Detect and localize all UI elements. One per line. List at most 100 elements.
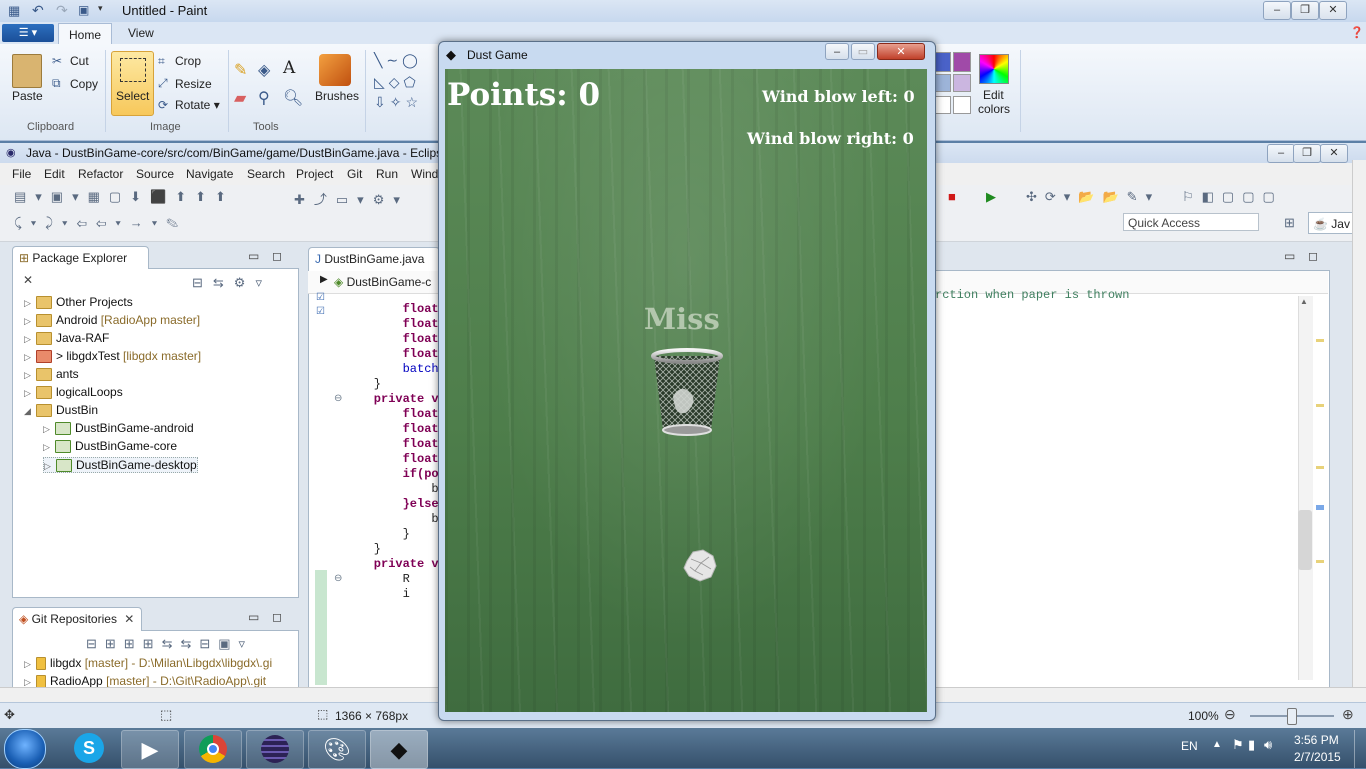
game-minimize-button[interactable]: –	[825, 43, 849, 60]
fold-icon[interactable]: ⊖	[334, 573, 342, 584]
menu-file[interactable]: File	[12, 167, 31, 181]
tree-item[interactable]: ▷ ants	[24, 367, 79, 382]
tree-item-selected[interactable]: ▷ DustBinGame-desktop	[43, 457, 198, 474]
paint-close-button[interactable]: ✕	[1319, 1, 1347, 20]
paint-vertical-scrollbar[interactable]	[1352, 160, 1366, 687]
quick-access-input[interactable]: Quick Access	[1123, 213, 1259, 231]
dust-game-taskbar-button[interactable]: ◆	[370, 730, 428, 769]
game-maximize-button[interactable]: ▭	[851, 43, 875, 60]
menu-source[interactable]: Source	[136, 167, 174, 181]
show-hidden-icons-icon[interactable]: ▲	[1212, 739, 1222, 750]
collapse-icon[interactable]: ◢	[24, 406, 36, 417]
zoom-in-icon[interactable]: ⊕	[1342, 706, 1354, 723]
color-picker-icon[interactable]: ⚲	[258, 88, 270, 108]
toolbar-icons-row1[interactable]: ▤▾▣▾▦▢⬇⬛⬆⬆⬆	[14, 189, 235, 205]
media-player-taskbar-button[interactable]: ▶	[121, 730, 179, 769]
expand-icon[interactable]: ▷	[24, 352, 36, 363]
maximize-view-icon[interactable]: ◻	[272, 249, 282, 263]
toolbar-icons-row2[interactable]: ⤹▾⤸▾⇦⇦▾→▾✎	[14, 215, 187, 231]
crop-button[interactable]: Crop	[175, 54, 201, 68]
open-perspective-icon[interactable]: ⊞	[1284, 215, 1295, 231]
resize-button[interactable]: Resize	[175, 77, 212, 91]
expand-icon[interactable]: ▷	[24, 316, 36, 327]
action-center-icon[interactable]: ⚑	[1232, 737, 1244, 753]
tab-dustbingame-java[interactable]: J DustBinGame.java	[308, 247, 440, 271]
paste-icon[interactable]	[12, 54, 42, 88]
tree-item[interactable]: ▷ Other Projects	[24, 295, 133, 310]
chrome-taskbar-button[interactable]	[184, 730, 242, 769]
network-icon[interactable]: ▮	[1248, 737, 1255, 753]
view-toolbar-icons[interactable]: ⊟⇆⚙▿	[192, 275, 272, 291]
expand-icon[interactable]: ▷	[43, 442, 55, 453]
minimize-editor-icon[interactable]: ▭	[1284, 249, 1295, 263]
tree-item[interactable]: ▷ Java-RAF	[24, 331, 109, 346]
game-close-button[interactable]: ✕	[877, 43, 925, 60]
paint-minimize-button[interactable]: –	[1263, 1, 1291, 20]
shapes-icon[interactable]: ⇩✧☆	[374, 94, 422, 111]
edit-colors-label-1[interactable]: Edit	[983, 88, 1004, 102]
scroll-up-icon[interactable]: ▲	[1300, 297, 1308, 306]
tab-git-repositories[interactable]: ◈ Git Repositories ✕	[12, 607, 142, 631]
color-swatch[interactable]	[953, 96, 971, 114]
expand-icon[interactable]: ▷	[24, 388, 36, 399]
menu-edit[interactable]: Edit	[44, 167, 65, 181]
tree-item[interactable]: ▷ > libgdxTest [libgdx master]	[24, 349, 201, 364]
eclipse-close-button[interactable]: ✕	[1320, 144, 1348, 163]
help-icon[interactable]: ❓	[1350, 26, 1364, 39]
edit-colors-icon[interactable]	[979, 54, 1009, 84]
tab-package-explorer[interactable]: ⊞ Package Explorer ✕	[12, 246, 149, 287]
tree-item[interactable]: ▷ Android [RadioApp master]	[24, 313, 200, 328]
view-toolbar-icons[interactable]: ⊟⊞⊞⊞⇆⇆⊟▣▿	[86, 636, 253, 652]
zoom-slider-thumb[interactable]	[1287, 708, 1297, 725]
show-desktop-button[interactable]	[1354, 730, 1366, 768]
expand-icon[interactable]: ▷	[24, 659, 36, 670]
shapes-icon[interactable]: ◺◇⬠	[374, 74, 420, 91]
paste-button[interactable]: Paste	[12, 89, 43, 103]
close-icon[interactable]: ✕	[124, 612, 134, 626]
expand-icon[interactable]: ▷	[44, 461, 56, 472]
copy-button[interactable]: Copy	[70, 77, 98, 91]
breadcrumb-arrow-icon[interactable]: ▶	[320, 274, 328, 285]
volume-icon[interactable]: 🔊︎	[1264, 737, 1272, 753]
minimize-view-icon[interactable]: ▭	[248, 610, 259, 624]
menu-project[interactable]: Project	[296, 167, 333, 181]
clock-time[interactable]: 3:56 PM	[1294, 733, 1339, 747]
fold-icon[interactable]: ⊖	[334, 393, 342, 404]
stop-icon[interactable]: ■	[948, 189, 956, 204]
file-menu-tab[interactable]: ☰ ▾	[2, 24, 54, 42]
save-icon[interactable]: ▣	[78, 3, 89, 17]
brushes-button[interactable]: Brushes	[315, 89, 359, 103]
redo-icon[interactable]: ↷	[56, 2, 68, 19]
code-block[interactable]: float float float float batch } private …	[345, 287, 439, 617]
maximize-editor-icon[interactable]: ◻	[1308, 249, 1318, 263]
edit-colors-label-2[interactable]: colors	[978, 102, 1010, 116]
start-button[interactable]	[4, 729, 46, 769]
color-swatch[interactable]	[953, 74, 971, 92]
select-button[interactable]	[111, 51, 154, 116]
eclipse-minimize-button[interactable]: –	[1267, 144, 1295, 163]
tree-item[interactable]: ▷ logicalLoops	[24, 385, 123, 400]
eclipse-taskbar-button[interactable]	[246, 730, 304, 769]
pencil-icon[interactable]: ✎	[234, 60, 247, 80]
eraser-icon[interactable]: ▰	[234, 88, 246, 108]
tab-home[interactable]: Home	[58, 23, 112, 46]
minimize-view-icon[interactable]: ▭	[248, 249, 259, 263]
clock-date[interactable]: 2/7/2015	[1294, 750, 1341, 764]
paint-taskbar-button[interactable]: 🎨︎	[308, 730, 366, 769]
zoom-out-icon[interactable]: ⊖	[1224, 706, 1236, 723]
expand-icon[interactable]: ▷	[24, 298, 36, 309]
expand-icon[interactable]: ▷	[43, 424, 55, 435]
tree-item[interactable]: ▷ DustBinGame-android	[43, 421, 194, 436]
menu-search[interactable]: Search	[247, 167, 285, 181]
expand-icon[interactable]: ▷	[24, 334, 36, 345]
rotate-button[interactable]: Rotate ▾	[175, 98, 220, 112]
close-icon[interactable]: ✕	[23, 273, 33, 287]
brushes-icon[interactable]	[319, 54, 351, 86]
text-tool-icon[interactable]: A	[283, 58, 295, 78]
run-icon[interactable]: ▶	[986, 189, 996, 205]
editor-vertical-scrollbar[interactable]	[1298, 296, 1313, 680]
shapes-icon[interactable]: ╲∼◯	[374, 52, 422, 69]
cut-button[interactable]: Cut	[70, 54, 89, 68]
magnifier-icon[interactable]: 🔍︎	[283, 88, 303, 108]
toolbar-icons-right[interactable]: ✣⟳▾📂📂✎▾	[1026, 189, 1160, 205]
